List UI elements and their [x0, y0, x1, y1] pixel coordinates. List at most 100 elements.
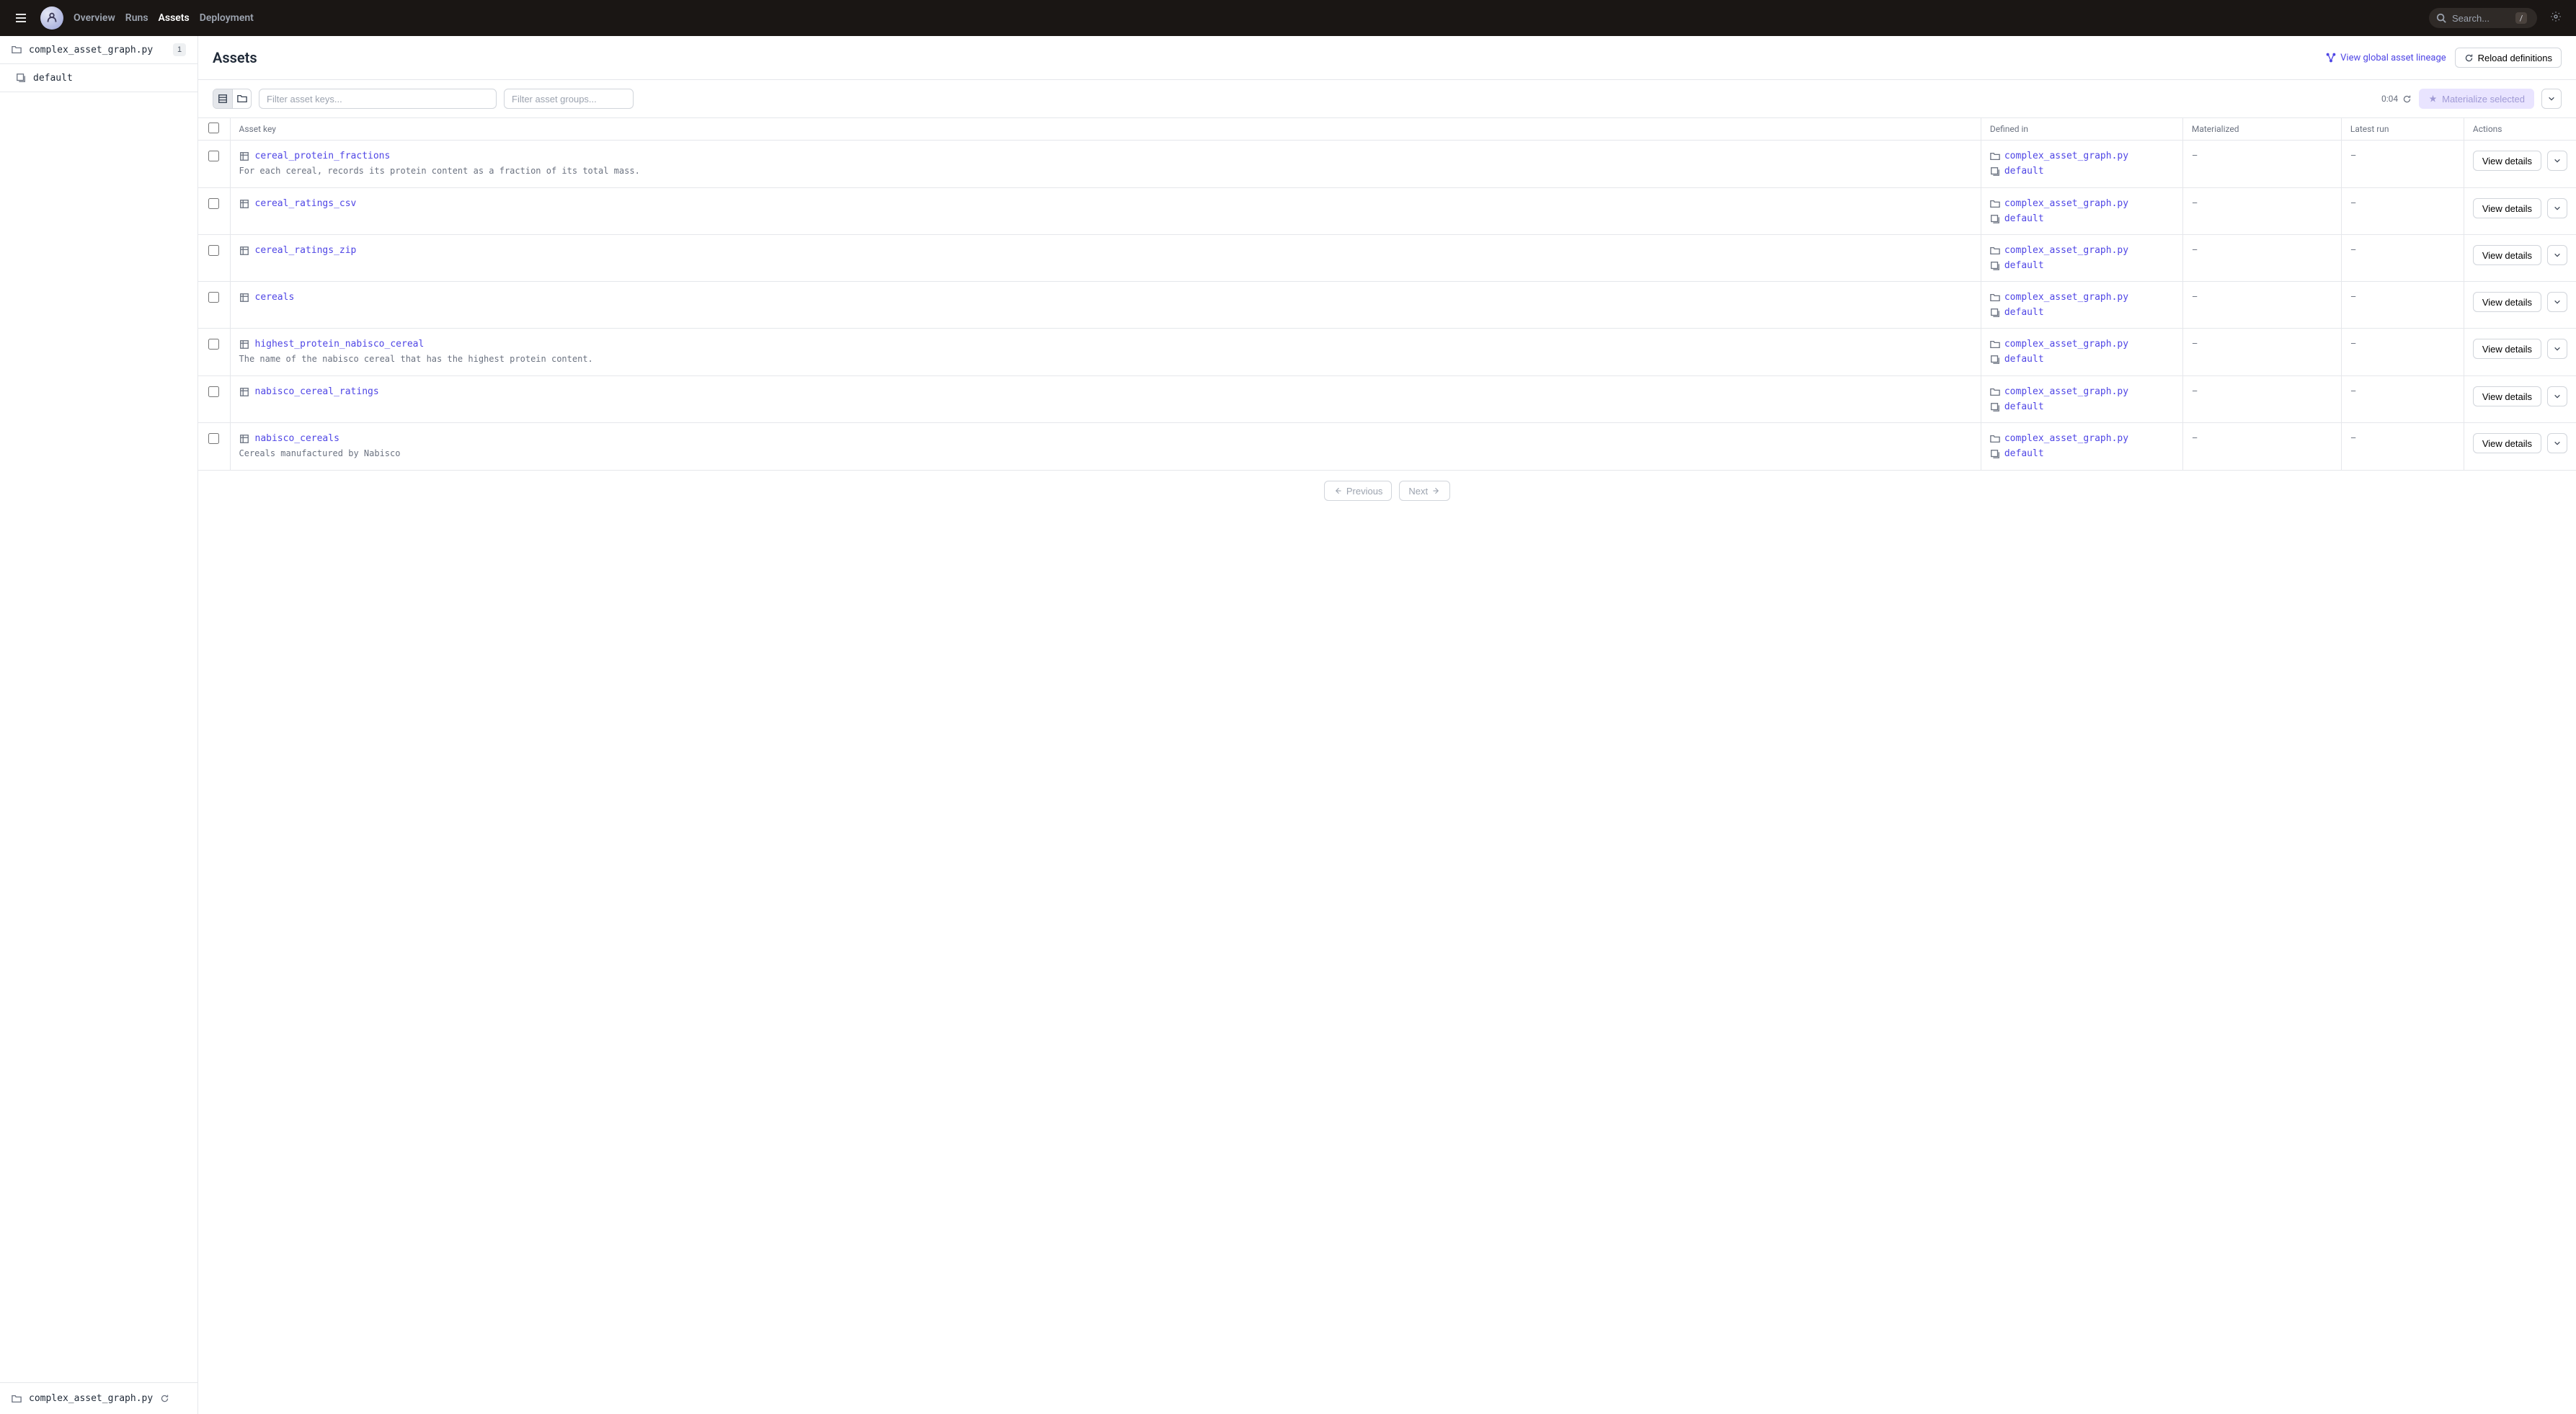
- next-button[interactable]: Next: [1399, 481, 1450, 501]
- asset-name-link[interactable]: cereal_ratings_csv: [255, 198, 357, 209]
- col-header-actions: Actions: [2464, 118, 2576, 141]
- asset-description: The name of the nabisco cereal that has …: [239, 352, 1972, 365]
- previous-button[interactable]: Previous: [1324, 481, 1393, 501]
- table-row: nabisco_cereals Cereals manufactured by …: [198, 423, 2576, 471]
- gear-icon[interactable]: [2547, 8, 2564, 28]
- asset-name-link[interactable]: nabisco_cereals: [255, 433, 339, 444]
- folder-icon: [1990, 246, 2000, 256]
- defined-group-link[interactable]: default: [2004, 260, 2044, 271]
- defined-file-link[interactable]: complex_asset_graph.py: [2004, 292, 2128, 303]
- row-menu-button[interactable]: [2547, 198, 2567, 218]
- hamburger-menu-icon[interactable]: [12, 9, 30, 27]
- latest-run-value: –: [2350, 386, 2357, 397]
- defined-group-link[interactable]: default: [2004, 401, 2044, 412]
- logo-icon[interactable]: [40, 6, 63, 30]
- table-row: nabisco_cereal_ratings complex_asset_gra…: [198, 376, 2576, 423]
- latest-run-value: –: [2350, 245, 2357, 256]
- view-details-button[interactable]: View details: [2473, 386, 2541, 406]
- defined-file-link[interactable]: complex_asset_graph.py: [2004, 339, 2128, 350]
- defined-file-link[interactable]: complex_asset_graph.py: [2004, 245, 2128, 256]
- nav-runs[interactable]: Runs: [125, 12, 148, 24]
- asset-name-link[interactable]: cereal_protein_fractions: [255, 151, 391, 161]
- filter-groups-input[interactable]: [504, 89, 634, 109]
- col-header-latest-run: Latest run: [2341, 118, 2464, 141]
- row-menu-button[interactable]: [2547, 245, 2567, 265]
- materialized-value: –: [2192, 386, 2198, 397]
- latest-run-value: –: [2350, 433, 2357, 444]
- table-icon: [239, 293, 249, 303]
- asset-description: Cereals manufactured by Nabisco: [239, 447, 1972, 460]
- reload-icon[interactable]: [2402, 94, 2412, 104]
- folder-icon: [1990, 387, 2000, 397]
- view-details-button[interactable]: View details: [2473, 292, 2541, 312]
- row-checkbox[interactable]: [208, 198, 219, 209]
- materialize-selected-button[interactable]: Materialize selected: [2419, 89, 2534, 109]
- table-row: cereal_ratings_csv complex_asset_graph.p…: [198, 188, 2576, 235]
- row-menu-button[interactable]: [2547, 151, 2567, 171]
- table-icon: [239, 246, 249, 256]
- nav-overview[interactable]: Overview: [74, 12, 115, 24]
- view-details-button[interactable]: View details: [2473, 433, 2541, 453]
- defined-file-link[interactable]: complex_asset_graph.py: [2004, 151, 2128, 161]
- asset-name-link[interactable]: cereal_ratings_zip: [255, 245, 357, 256]
- assets-table: Asset key Defined in Materialized Latest…: [198, 118, 2576, 471]
- search-input[interactable]: [2452, 13, 2510, 24]
- sidebar-item-label: complex_asset_graph.py: [29, 45, 166, 55]
- nav-assets[interactable]: Assets: [159, 12, 190, 24]
- defined-file-link[interactable]: complex_asset_graph.py: [2004, 433, 2128, 444]
- materialize-menu-button[interactable]: [2541, 89, 2562, 109]
- view-details-button[interactable]: View details: [2473, 339, 2541, 359]
- select-all-checkbox[interactable]: [208, 123, 219, 133]
- defined-group-link[interactable]: default: [2004, 213, 2044, 224]
- global-search[interactable]: /: [2429, 8, 2537, 28]
- nav-deployment[interactable]: Deployment: [200, 12, 254, 24]
- row-checkbox[interactable]: [208, 339, 219, 350]
- row-checkbox[interactable]: [208, 151, 219, 161]
- defined-group-link[interactable]: default: [2004, 354, 2044, 365]
- reload-icon: [2464, 53, 2474, 63]
- asset-name-link[interactable]: highest_protein_nabisco_cereal: [255, 339, 425, 350]
- defined-group-link[interactable]: default: [2004, 166, 2044, 177]
- defined-group-link[interactable]: default: [2004, 307, 2044, 318]
- table-row: cereals complex_asset_graph.py default –…: [198, 282, 2576, 329]
- col-header-asset-key: Asset key: [230, 118, 1981, 141]
- view-details-button[interactable]: View details: [2473, 198, 2541, 218]
- row-menu-button[interactable]: [2547, 433, 2567, 453]
- filter-keys-input[interactable]: [259, 89, 497, 109]
- asset-description: For each cereal, records its protein con…: [239, 164, 1972, 177]
- latest-run-value: –: [2350, 292, 2357, 303]
- materialized-value: –: [2192, 245, 2198, 256]
- table-icon: [239, 387, 249, 397]
- defined-file-link[interactable]: complex_asset_graph.py: [2004, 198, 2128, 209]
- defined-group-link[interactable]: default: [2004, 448, 2044, 459]
- sidebar-item-group[interactable]: default: [0, 64, 197, 92]
- reload-icon[interactable]: [160, 1394, 169, 1403]
- layers-icon: [1990, 308, 2000, 318]
- sidebar-item-repo[interactable]: complex_asset_graph.py 1: [0, 36, 197, 64]
- assets-table-wrap: Asset key Defined in Materialized Latest…: [198, 118, 2576, 1414]
- row-checkbox[interactable]: [208, 292, 219, 303]
- defined-file-link[interactable]: complex_asset_graph.py: [2004, 386, 2128, 397]
- asset-name-link[interactable]: nabisco_cereal_ratings: [255, 386, 379, 397]
- folder-icon: [1990, 293, 2000, 303]
- row-checkbox[interactable]: [208, 433, 219, 444]
- row-checkbox[interactable]: [208, 245, 219, 256]
- layers-icon: [1990, 402, 2000, 412]
- page-header: Assets View global asset lineage Reload …: [198, 36, 2576, 80]
- row-menu-button[interactable]: [2547, 292, 2567, 312]
- timer-value: 0:04: [2381, 94, 2398, 104]
- layers-icon: [1990, 214, 2000, 224]
- row-menu-button[interactable]: [2547, 386, 2567, 406]
- view-lineage-link[interactable]: View global asset lineage: [2326, 53, 2446, 63]
- sidebar-item-badge: 1: [173, 43, 186, 56]
- asset-name-link[interactable]: cereals: [255, 292, 295, 303]
- materialize-icon: [2428, 94, 2438, 104]
- row-checkbox[interactable]: [208, 386, 219, 397]
- view-toggle-list[interactable]: [213, 89, 232, 108]
- view-details-button[interactable]: View details: [2473, 151, 2541, 171]
- reload-definitions-button[interactable]: Reload definitions: [2455, 48, 2562, 68]
- view-toggle-folder[interactable]: [232, 89, 251, 108]
- folder-icon: [1990, 339, 2000, 350]
- row-menu-button[interactable]: [2547, 339, 2567, 359]
- view-details-button[interactable]: View details: [2473, 245, 2541, 265]
